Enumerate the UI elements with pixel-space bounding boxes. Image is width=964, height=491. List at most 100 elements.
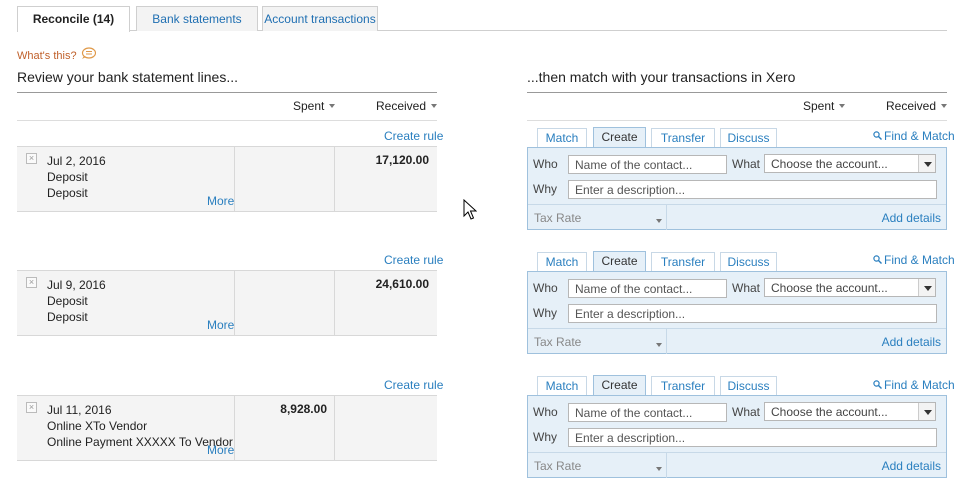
create-transaction-panel: Who Name of the contact... What Choose t…: [527, 395, 947, 478]
more-link[interactable]: More: [207, 443, 234, 457]
statement-line: × Jul 11, 2016 Online XTo Vendor Online …: [17, 395, 437, 461]
statement-heading: Review your bank statement lines...: [17, 69, 238, 85]
left-spent-column-header[interactable]: Spent: [293, 99, 336, 113]
tab-match[interactable]: Match: [537, 376, 587, 396]
tab-match[interactable]: Match: [537, 252, 587, 272]
statement-received: 24,610.00: [375, 277, 429, 291]
why-label: Why: [533, 306, 557, 320]
what-account-select[interactable]: Choose the account...: [764, 154, 936, 173]
remove-line-icon[interactable]: ×: [26, 153, 37, 164]
chevron-down-icon: [918, 279, 935, 296]
tab-transfer[interactable]: Transfer: [651, 376, 715, 396]
tab-match[interactable]: Match: [537, 128, 587, 148]
speech-bubble-icon: [81, 47, 96, 60]
statement-spent: 8,928.00: [280, 402, 327, 416]
tab-discuss[interactable]: Discuss: [720, 252, 777, 272]
why-input[interactable]: Enter a description...: [568, 180, 937, 199]
more-link[interactable]: More: [207, 194, 234, 208]
create-rule-link[interactable]: Create rule: [384, 253, 443, 267]
match-heading: ...then match with your transactions in …: [527, 69, 796, 85]
what-account-select[interactable]: Choose the account...: [764, 402, 936, 421]
tax-rate-select[interactable]: Tax Rate: [534, 459, 581, 473]
mouse-cursor-icon: [463, 199, 477, 220]
tab-transfer[interactable]: Transfer: [651, 252, 715, 272]
statement-line: × Jul 2, 2016 Deposit Deposit More 17,12…: [17, 146, 437, 212]
left-header-rule: [17, 92, 437, 93]
tab-account-transactions[interactable]: Account transactions: [262, 6, 378, 31]
what-label: What: [732, 405, 761, 419]
who-input[interactable]: Name of the contact...: [568, 403, 727, 422]
create-rule-link[interactable]: Create rule: [384, 129, 443, 143]
tax-separator: [666, 329, 667, 354]
why-input[interactable]: Enter a description...: [568, 428, 937, 447]
tax-separator: [666, 453, 667, 478]
right-header-rule: [527, 92, 947, 93]
add-details-link[interactable]: Add details: [882, 459, 941, 473]
sort-caret-icon: [839, 104, 846, 108]
chevron-down-icon: [656, 467, 662, 471]
left-received-column-header[interactable]: Received: [376, 99, 438, 113]
tab-discuss[interactable]: Discuss: [720, 128, 777, 148]
statement-date: Jul 2, 2016: [47, 154, 106, 168]
statement-payee: Deposit: [47, 294, 88, 308]
who-input[interactable]: Name of the contact...: [568, 155, 727, 174]
left-divider: [17, 120, 437, 121]
chevron-down-icon: [656, 219, 662, 223]
statement-received: 17,120.00: [375, 153, 429, 167]
statement-payee: Online XTo Vendor: [47, 419, 148, 433]
remove-line-icon[interactable]: ×: [26, 402, 37, 413]
sort-caret-icon: [941, 104, 948, 108]
statement-line: × Jul 9, 2016 Deposit Deposit More 24,61…: [17, 270, 437, 336]
panel-divider: [528, 204, 946, 205]
why-input[interactable]: Enter a description...: [568, 304, 937, 323]
create-transaction-panel: Who Name of the contact... What Choose t…: [527, 271, 947, 354]
right-received-column-header[interactable]: Received: [886, 99, 948, 113]
tab-create[interactable]: Create: [593, 251, 646, 272]
what-account-select[interactable]: Choose the account...: [764, 278, 936, 297]
remove-line-icon[interactable]: ×: [26, 277, 37, 288]
statement-spent-cell: [235, 271, 335, 335]
tax-rate-select[interactable]: Tax Rate: [534, 211, 581, 225]
chevron-down-icon: [918, 155, 935, 172]
add-details-link[interactable]: Add details: [882, 211, 941, 225]
tab-transfer[interactable]: Transfer: [651, 128, 715, 148]
reconcile-tabs: Reconcile (14) Bank statements Account t…: [17, 6, 947, 32]
statement-reference: Deposit: [47, 310, 88, 324]
statement-date: Jul 9, 2016: [47, 278, 106, 292]
magnifier-icon: [873, 255, 882, 264]
statement-reference: Deposit: [47, 186, 88, 200]
whats-this-link[interactable]: What's this?: [17, 46, 96, 62]
sort-caret-icon: [329, 104, 336, 108]
right-divider: [527, 120, 947, 121]
add-details-link[interactable]: Add details: [882, 335, 941, 349]
why-label: Why: [533, 430, 557, 444]
sort-caret-icon: [431, 104, 438, 108]
who-label: Who: [533, 281, 558, 295]
tab-bank-statements[interactable]: Bank statements: [136, 6, 258, 31]
what-label: What: [732, 281, 761, 295]
more-link[interactable]: More: [207, 318, 234, 332]
panel-divider: [528, 328, 946, 329]
create-rule-link[interactable]: Create rule: [384, 378, 443, 392]
who-input[interactable]: Name of the contact...: [568, 279, 727, 298]
find-and-match-link[interactable]: Find & Match: [873, 253, 955, 267]
tax-separator: [666, 205, 667, 230]
whats-this-label: What's this?: [17, 50, 77, 62]
chevron-down-icon: [918, 403, 935, 420]
magnifier-icon: [873, 131, 882, 140]
create-transaction-panel: Who Name of the contact... What Choose t…: [527, 147, 947, 230]
who-label: Who: [533, 157, 558, 171]
statement-reference: Online Payment XXXXX To Vendor: [47, 435, 233, 449]
tab-create[interactable]: Create: [593, 375, 646, 396]
tab-create[interactable]: Create: [593, 127, 646, 148]
magnifier-icon: [873, 380, 882, 389]
who-label: Who: [533, 405, 558, 419]
chevron-down-icon: [656, 343, 662, 347]
statement-spent-cell: [235, 147, 335, 211]
right-spent-column-header[interactable]: Spent: [803, 99, 846, 113]
tab-reconcile[interactable]: Reconcile (14): [17, 6, 130, 32]
find-and-match-link[interactable]: Find & Match: [873, 129, 955, 143]
tab-discuss[interactable]: Discuss: [720, 376, 777, 396]
find-and-match-link[interactable]: Find & Match: [873, 378, 955, 392]
tax-rate-select[interactable]: Tax Rate: [534, 335, 581, 349]
